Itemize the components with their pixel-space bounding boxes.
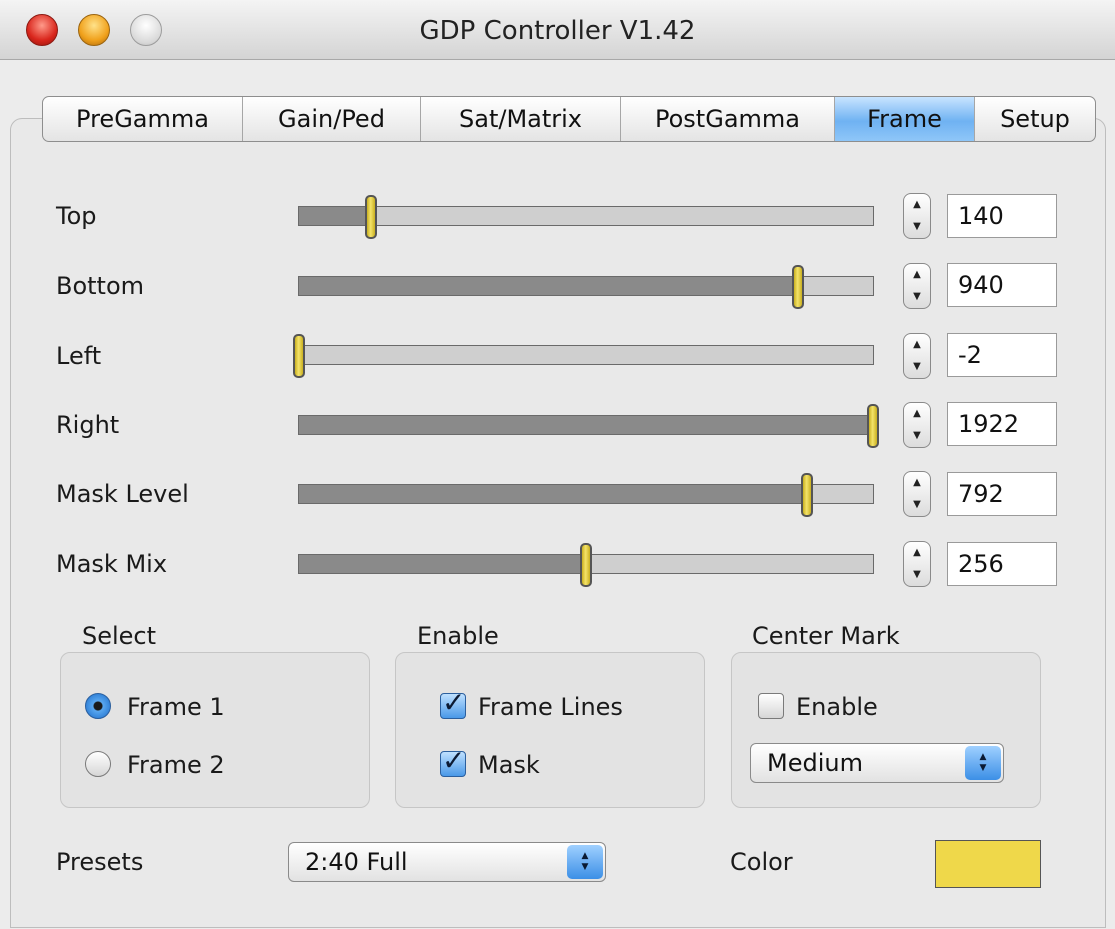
mask-mix-slider-fill — [299, 555, 586, 573]
tab-sat-matrix[interactable]: Sat/Matrix — [421, 97, 621, 141]
mask-level-slider-thumb[interactable] — [800, 473, 813, 517]
right-slider-thumb[interactable] — [867, 404, 879, 448]
enable-group-title: Enable — [417, 622, 499, 650]
checkmark-icon: ✓ — [442, 686, 466, 719]
top-slider-thumb[interactable] — [364, 195, 377, 239]
enable-group-box: ✓ Frame Lines ✓ Mask — [395, 652, 705, 808]
mask-mix-slider-thumb[interactable] — [580, 543, 592, 587]
mask-level-label: Mask Level — [56, 480, 189, 508]
top-value-field[interactable]: 140 — [947, 194, 1057, 238]
frame-1-radio[interactable] — [85, 693, 111, 719]
mask-mix-stepper-up-icon[interactable]: ▲ — [904, 542, 930, 564]
center-mark-size-popup[interactable]: Medium ▲ ▼ — [750, 743, 1004, 783]
right-stepper-down-icon[interactable]: ▼ — [904, 425, 930, 447]
tab-setup[interactable]: Setup — [975, 97, 1095, 141]
mask-mix-slider[interactable] — [298, 543, 874, 587]
bottom-value-field[interactable]: 940 — [947, 263, 1057, 307]
bottom-stepper[interactable]: ▲ ▼ — [903, 263, 931, 309]
left-stepper-up-icon[interactable]: ▲ — [904, 334, 930, 356]
checkmark-icon: ✓ — [442, 744, 466, 777]
frame-2-radio[interactable] — [85, 751, 111, 777]
mask-level-value-field[interactable]: 792 — [947, 472, 1057, 516]
right-label: Right — [56, 411, 120, 439]
center-mark-group-title: Center Mark — [752, 622, 900, 650]
frame-2-label[interactable]: Frame 2 — [127, 751, 225, 779]
bottom-stepper-up-icon[interactable]: ▲ — [904, 264, 930, 286]
mask-level-slider-fill — [299, 485, 807, 503]
tab-bar: PreGamma Gain/Ped Sat/Matrix PostGamma F… — [42, 96, 1096, 142]
left-value-field[interactable]: -2 — [947, 333, 1057, 377]
mask-mix-value-field[interactable]: 256 — [947, 542, 1057, 586]
top-stepper-up-icon[interactable]: ▲ — [904, 194, 930, 216]
frame-color-well[interactable] — [935, 840, 1041, 888]
presets-value: 2:40 Full — [305, 848, 408, 876]
frame-1-label[interactable]: Frame 1 — [127, 693, 225, 721]
tab-pregamma[interactable]: PreGamma — [43, 97, 243, 141]
app-window: GDP Controller V1.42 PreGamma Gain/Ped S… — [0, 0, 1115, 929]
right-slider[interactable] — [298, 404, 879, 448]
bottom-slider[interactable] — [298, 265, 874, 309]
right-stepper-up-icon[interactable]: ▲ — [904, 403, 930, 425]
center-mark-size-value: Medium — [767, 749, 863, 777]
popup-arrows-icon: ▲ ▼ — [567, 845, 603, 879]
window-title: GDP Controller V1.42 — [419, 16, 696, 46]
top-label: Top — [56, 202, 97, 230]
popup-arrows-icon: ▲ ▼ — [965, 746, 1001, 780]
mask-level-stepper-down-icon[interactable]: ▼ — [904, 494, 930, 516]
select-group-box: Frame 1 Frame 2 — [60, 652, 370, 808]
right-stepper[interactable]: ▲ ▼ — [903, 402, 931, 448]
bottom-stepper-down-icon[interactable]: ▼ — [904, 286, 930, 308]
top-slider[interactable] — [298, 195, 874, 239]
left-slider-thumb[interactable] — [293, 334, 305, 378]
presets-popup[interactable]: 2:40 Full ▲ ▼ — [288, 842, 606, 882]
mask-label[interactable]: Mask — [478, 751, 540, 779]
frame-lines-checkbox[interactable]: ✓ — [440, 686, 466, 719]
mask-mix-label: Mask Mix — [56, 550, 168, 578]
mask-level-slider[interactable] — [298, 473, 874, 517]
left-stepper[interactable]: ▲ ▼ — [903, 333, 931, 379]
center-mark-enable-label[interactable]: Enable — [796, 693, 878, 721]
mask-mix-stepper[interactable]: ▲ ▼ — [903, 541, 931, 587]
top-stepper-down-icon[interactable]: ▼ — [904, 216, 930, 238]
right-slider-fill — [299, 416, 873, 434]
tab-frame[interactable]: Frame — [835, 97, 975, 141]
mask-level-stepper[interactable]: ▲ ▼ — [903, 471, 931, 517]
tab-gain-ped[interactable]: Gain/Ped — [243, 97, 421, 141]
center-mark-enable-checkbox[interactable] — [758, 693, 784, 719]
left-label: Left — [56, 342, 102, 370]
bottom-slider-fill — [299, 277, 799, 295]
select-group-title: Select — [82, 622, 157, 650]
presets-label: Presets — [56, 848, 144, 876]
mask-checkbox[interactable]: ✓ — [440, 744, 466, 777]
color-label: Color — [730, 848, 793, 876]
top-stepper[interactable]: ▲ ▼ — [903, 193, 931, 239]
center-mark-group-box: Enable Medium ▲ ▼ — [731, 652, 1041, 808]
tab-postgamma[interactable]: PostGamma — [621, 97, 835, 141]
top-slider-fill — [299, 207, 371, 225]
mask-mix-stepper-down-icon[interactable]: ▼ — [904, 564, 930, 586]
right-value-field[interactable]: 1922 — [947, 402, 1057, 446]
frame-lines-label[interactable]: Frame Lines — [478, 693, 623, 721]
title-bar: GDP Controller V1.42 — [0, 0, 1115, 60]
bottom-label: Bottom — [56, 272, 145, 300]
mask-level-stepper-up-icon[interactable]: ▲ — [904, 472, 930, 494]
left-stepper-down-icon[interactable]: ▼ — [904, 356, 930, 378]
left-slider[interactable] — [293, 334, 874, 378]
bottom-slider-thumb[interactable] — [792, 265, 805, 309]
